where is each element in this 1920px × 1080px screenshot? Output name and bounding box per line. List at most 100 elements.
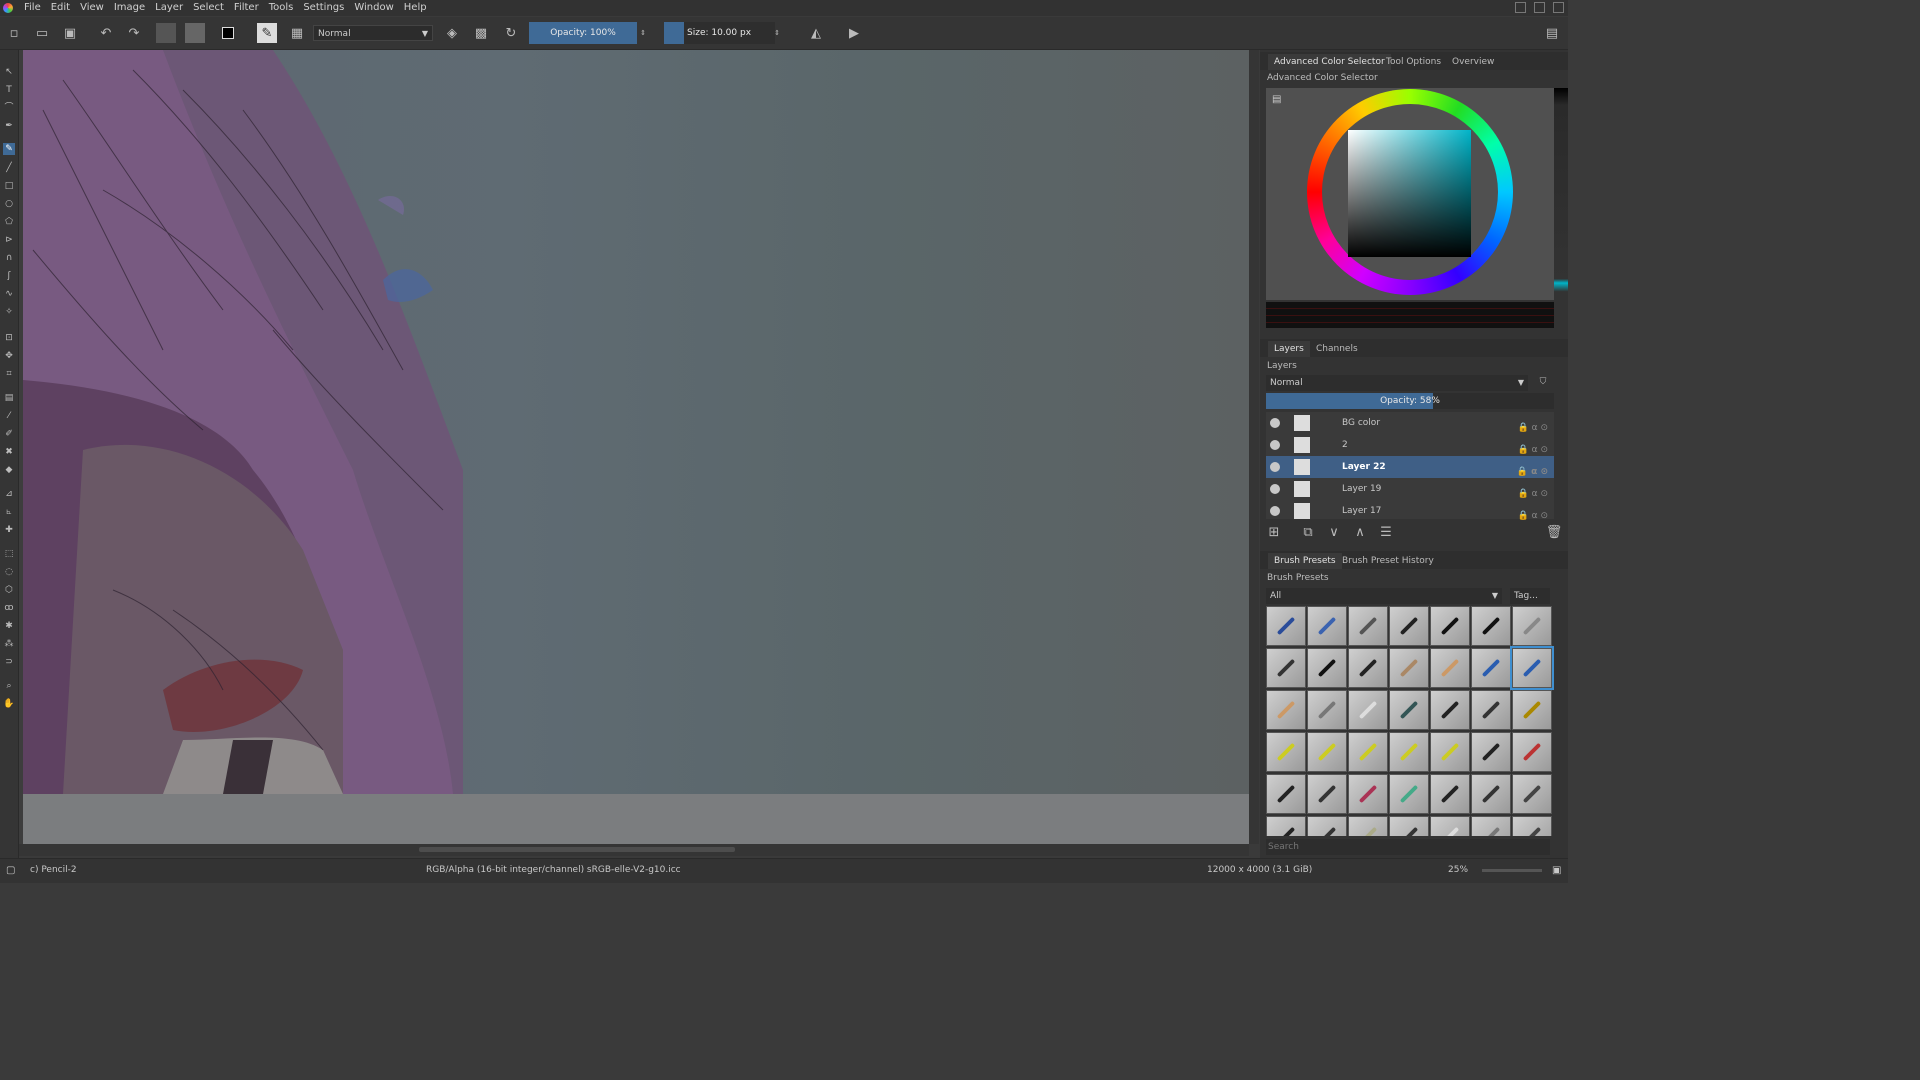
brush-presets-icon[interactable]: ▦ [287,23,307,43]
layer-row[interactable]: 2 🔒 α ⊙ [1266,434,1554,456]
visibility-eye-icon[interactable] [1270,462,1280,472]
tab-brush-preset-history[interactable]: Brush Preset History [1336,553,1440,569]
menu-file[interactable]: File [19,0,46,16]
transform-tool-icon[interactable]: ⊡ [3,332,15,344]
menu-filter[interactable]: Filter [229,0,264,16]
polygon-tool-icon[interactable]: ⬠ [3,216,15,228]
gradient-tool-icon[interactable]: ▤ [3,392,15,404]
brush-preset-item[interactable] [1512,732,1552,772]
layer-opacity-slider[interactable]: Opacity: 58% [1266,393,1554,409]
smart-patch-tool-icon[interactable]: ✖ [3,446,15,458]
ellipse-select-tool-icon[interactable]: ◌ [3,566,15,578]
rectangle-tool-icon[interactable]: □ [3,180,15,192]
zoom-level[interactable]: 25% [1448,865,1468,875]
select-shapes-tool-icon[interactable]: ↖ [3,66,15,78]
brush-preset-item[interactable] [1430,606,1470,646]
brush-preset-item[interactable] [1389,648,1429,688]
brush-preset-item[interactable] [1348,690,1388,730]
lock-icon[interactable]: 🔒 α ⊙ [1518,505,1548,527]
brush-preset-item[interactable] [1348,774,1388,814]
rect-select-tool-icon[interactable]: ⬚ [3,548,15,560]
brush-preset-item[interactable] [1512,774,1552,814]
polygon-select-tool-icon[interactable]: ⬡ [3,584,15,596]
menu-edit[interactable]: Edit [46,0,75,16]
brush-preset-item[interactable] [1307,690,1347,730]
brush-preset-item[interactable] [1389,732,1429,772]
size-slider[interactable]: Size: 10.00 px [684,22,775,44]
brush-preset-item[interactable] [1307,606,1347,646]
canvas-vertical-scrollbar[interactable] [1249,50,1259,844]
move-layer-down-icon[interactable]: ∨ [1326,524,1342,540]
new-document-icon[interactable]: ▫ [4,23,24,43]
visibility-eye-icon[interactable] [1270,418,1280,428]
blend-mode-dropdown[interactable]: Normal ▼ [313,25,433,41]
brush-preset-item[interactable] [1389,816,1429,836]
brush-preset-item[interactable] [1471,732,1511,772]
save-icon[interactable]: ▣ [60,23,80,43]
zoom-tool-icon[interactable]: ⌕ [3,680,15,692]
mirror-horizontal-icon[interactable]: ◭ [806,23,826,43]
brush-preset-item[interactable] [1307,648,1347,688]
color-shade-bars[interactable] [1266,302,1554,328]
menu-image[interactable]: Image [109,0,150,16]
colorize-mask-tool-icon[interactable]: ✐ [3,428,15,440]
brush-editor-icon[interactable]: ✎ [257,23,277,43]
brush-preset-item[interactable] [1430,816,1470,836]
brush-preset-item[interactable] [1307,732,1347,772]
brush-preset-item[interactable] [1471,606,1511,646]
freehand-select-tool-icon[interactable]: ꝏ [3,602,15,614]
visibility-eye-icon[interactable] [1270,506,1280,516]
calligraphy-tool-icon[interactable]: ✒ [3,120,15,132]
fill-tool-icon[interactable]: ◆ [3,464,15,476]
scrollbar-thumb[interactable] [419,847,735,852]
tab-overview[interactable]: Overview [1446,54,1500,70]
saturation-value-square[interactable] [1348,130,1471,257]
contiguous-select-tool-icon[interactable]: ✱ [3,620,15,632]
brush-preset-item[interactable] [1430,732,1470,772]
similar-select-tool-icon[interactable]: ⁂ [3,638,15,650]
menu-help[interactable]: Help [399,0,432,16]
tab-layers[interactable]: Layers [1268,341,1310,357]
dock-toggle-icon[interactable]: ▤ [1542,23,1562,43]
dynamic-brush-tool-icon[interactable]: ∿ [3,288,15,300]
brush-preset-item[interactable] [1348,606,1388,646]
brush-preset-item[interactable] [1266,732,1306,772]
maximize-icon[interactable] [1534,2,1545,13]
fg-bg-color-icon[interactable] [218,23,238,43]
brush-preset-item[interactable] [1512,816,1552,836]
brush-preset-item[interactable] [1512,690,1552,730]
add-layer-icon[interactable]: ⊞ [1266,524,1282,540]
layer-row[interactable]: BG color 🔒 α ⊙ [1266,412,1554,434]
freehand-path-tool-icon[interactable]: ʃ [3,270,15,282]
brush-preset-item[interactable] [1307,816,1347,836]
open-folder-icon[interactable]: ▭ [32,23,52,43]
brush-tag-button[interactable]: Tag... [1510,588,1550,604]
mirror-vertical-icon[interactable]: ▶ [844,23,864,43]
minimize-icon[interactable] [1515,2,1526,13]
menu-view[interactable]: View [75,0,109,16]
duplicate-layer-icon[interactable]: ⧉ [1300,524,1316,540]
brush-preset-item[interactable] [1266,774,1306,814]
brush-preset-item[interactable] [1348,648,1388,688]
brush-preset-item[interactable] [1471,774,1511,814]
layer-row[interactable]: Layer 22 🔒 α ⊙ [1266,456,1554,478]
brush-preset-item[interactable] [1389,690,1429,730]
assistant-tool-icon[interactable]: ⊿ [3,488,15,500]
eraser-icon[interactable]: ◈ [442,23,462,43]
brush-preset-item[interactable] [1307,774,1347,814]
menu-select[interactable]: Select [188,0,229,16]
opacity-stepper-icon[interactable]: ⇕ [638,23,648,43]
visibility-eye-icon[interactable] [1270,484,1280,494]
brush-preset-item[interactable] [1266,816,1306,836]
brush-preset-item[interactable] [1389,774,1429,814]
layer-blend-dropdown[interactable]: Normal ▼ [1266,375,1528,391]
brush-preset-item[interactable] [1471,690,1511,730]
menu-layer[interactable]: Layer [150,0,188,16]
redo-icon[interactable]: ↷ [124,23,144,43]
text-tool-icon[interactable]: T [3,84,15,96]
rotation-icon[interactable]: ▣ [1552,865,1561,876]
delete-layer-icon[interactable]: 🗑 [1546,524,1563,540]
menu-window[interactable]: Window [349,0,398,16]
crop-tool-icon[interactable]: ⌗ [3,368,15,380]
move-layer-up-icon[interactable]: ∧ [1352,524,1368,540]
